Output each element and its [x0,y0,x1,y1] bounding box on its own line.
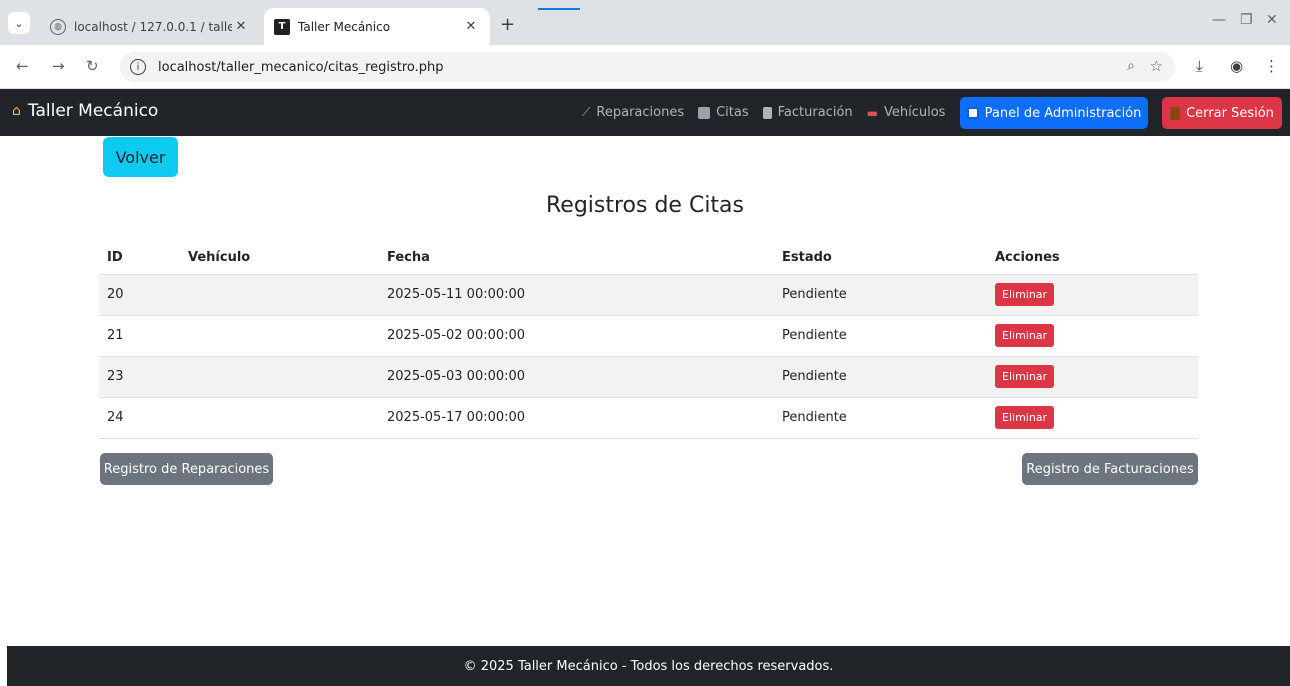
wrench-icon: ⟋ [582,105,591,119]
bookmark-star-icon[interactable]: ☆ [1150,57,1163,75]
brand-link[interactable]: ⌂ Taller Mecánico [12,101,158,121]
nav-link-vehiculos[interactable]: ▬ Vehículos [867,105,946,120]
page-footer: © 2025 Taller Mecánico - Todos los derec… [7,646,1290,686]
back-button[interactable]: Volver [103,137,178,177]
logout-button[interactable]: Cerrar Sesión [1162,97,1282,129]
registro-reparaciones-button[interactable]: Registro de Reparaciones [100,453,273,485]
nav-link-citas[interactable]: Citas [698,105,749,120]
table-row: 23 2025-05-03 00:00:00 Pendiente Elimina… [99,356,1198,398]
cell-vehiculo [180,356,379,398]
tab-search-icon[interactable]: ⌄ [8,12,30,34]
browser-tab-phpmyadmin[interactable]: ◍ localhost / 127.0.0.1 / taller_me ✕ [40,8,260,45]
browser-toolbar: ← → ↻ i localhost/taller_mecanico/citas_… [0,45,1290,89]
cell-acciones: Eliminar [987,356,1198,398]
brand-text: Taller Mecánico [27,101,159,121]
cell-id: 23 [99,356,180,398]
reload-icon[interactable]: ↻ [86,57,99,75]
profile-icon[interactable]: ◉ [1230,57,1243,75]
delete-button[interactable]: Eliminar [995,365,1055,388]
page-title: Registros de Citas [545,193,744,218]
nav-link-label: Reparaciones [596,105,685,120]
citas-table: ID Vehículo Fecha Estado Acciones 20 202… [99,241,1198,439]
cell-estado: Pendiente [774,274,987,316]
address-url: localhost/taller_mecanico/citas_registro… [158,59,444,75]
app-favicon-icon: T [274,18,290,35]
site-info-icon[interactable]: i [130,59,146,75]
table-header-row: ID Vehículo Fecha Estado Acciones [99,241,1198,275]
cell-vehiculo [180,274,379,316]
cell-acciones: Eliminar [987,315,1198,357]
restore-icon[interactable]: ❐ [1240,12,1253,28]
nav-link-label: Vehículos [883,105,946,120]
globe-icon: ◍ [50,18,66,35]
cell-id: 24 [99,397,180,439]
cell-acciones: Eliminar [987,397,1198,439]
door-icon [1170,106,1181,120]
forward-arrow-icon[interactable]: → [52,57,65,75]
column-header-estado: Estado [774,241,987,275]
cell-vehiculo [180,397,379,439]
menu-kebab-icon[interactable]: ⋮ [1264,57,1279,75]
back-arrow-icon[interactable]: ← [16,57,29,75]
address-bar[interactable]: i localhost/taller_mecanico/citas_regist… [120,52,1175,82]
column-header-vehiculo: Vehículo [180,241,379,275]
column-header-acciones: Acciones [987,241,1198,275]
car-icon: ▬ [866,105,878,120]
cell-acciones: Eliminar [987,274,1198,316]
cell-estado: Pendiente [774,356,987,398]
cell-estado: Pendiente [774,315,987,357]
browser-tab-taller[interactable]: T Taller Mecánico ✕ [264,8,490,45]
logout-label: Cerrar Sesión [1186,105,1274,121]
cell-estado: Pendiente [774,397,987,439]
registro-facturaciones-button[interactable]: Registro de Facturaciones [1022,453,1198,485]
chart-icon [966,107,979,119]
app-navbar: ⌂ Taller Mecánico ⟋ Reparaciones Citas F… [0,89,1290,136]
cell-vehiculo [180,315,379,357]
house-icon: ⌂ [12,103,21,119]
minimize-icon[interactable]: — [1212,12,1226,28]
column-header-fecha: Fecha [379,241,774,275]
tab-group-indicator [538,8,580,10]
calendar-icon [698,106,711,119]
delete-button[interactable]: Eliminar [995,324,1055,347]
table-row: 24 2025-05-17 00:00:00 Pendiente Elimina… [99,397,1198,439]
table-row: 21 2025-05-02 00:00:00 Pendiente Elimina… [99,315,1198,357]
tab-title: Taller Mecánico [298,19,391,34]
window-close-icon[interactable]: ✕ [1266,12,1278,28]
cell-fecha: 2025-05-11 00:00:00 [379,274,774,316]
new-tab-icon[interactable]: + [500,14,515,35]
nav-link-label: Facturación [777,105,853,120]
tab-close-icon[interactable]: ✕ [462,19,480,34]
admin-panel-button[interactable]: Panel de Administración [960,97,1148,129]
cell-fecha: 2025-05-17 00:00:00 [379,397,774,439]
cell-id: 21 [99,315,180,357]
column-header-id: ID [99,241,180,275]
nav-link-label: Citas [716,105,749,120]
nav-links: ⟋ Reparaciones Citas Facturación ▬ Vehíc… [582,105,945,120]
zoom-icon[interactable]: ⌕ [1127,58,1135,74]
browser-tab-strip: ⌄ ◍ localhost / 127.0.0.1 / taller_me ✕ … [0,0,1290,45]
nav-link-reparaciones[interactable]: ⟋ Reparaciones [582,105,684,120]
receipt-icon [762,106,772,119]
download-icon[interactable]: ⤓ [1196,57,1203,75]
cell-fecha: 2025-05-03 00:00:00 [379,356,774,398]
tab-title: localhost / 127.0.0.1 / taller_me [74,19,232,34]
cell-id: 20 [99,274,180,316]
admin-panel-label: Panel de Administración [984,105,1142,121]
delete-button[interactable]: Eliminar [995,406,1055,429]
table-row: 20 2025-05-11 00:00:00 Pendiente Elimina… [99,274,1198,316]
cell-fecha: 2025-05-02 00:00:00 [379,315,774,357]
nav-link-facturacion[interactable]: Facturación [762,105,853,120]
tab-close-icon[interactable]: ✕ [232,19,250,34]
delete-button[interactable]: Eliminar [995,283,1055,306]
